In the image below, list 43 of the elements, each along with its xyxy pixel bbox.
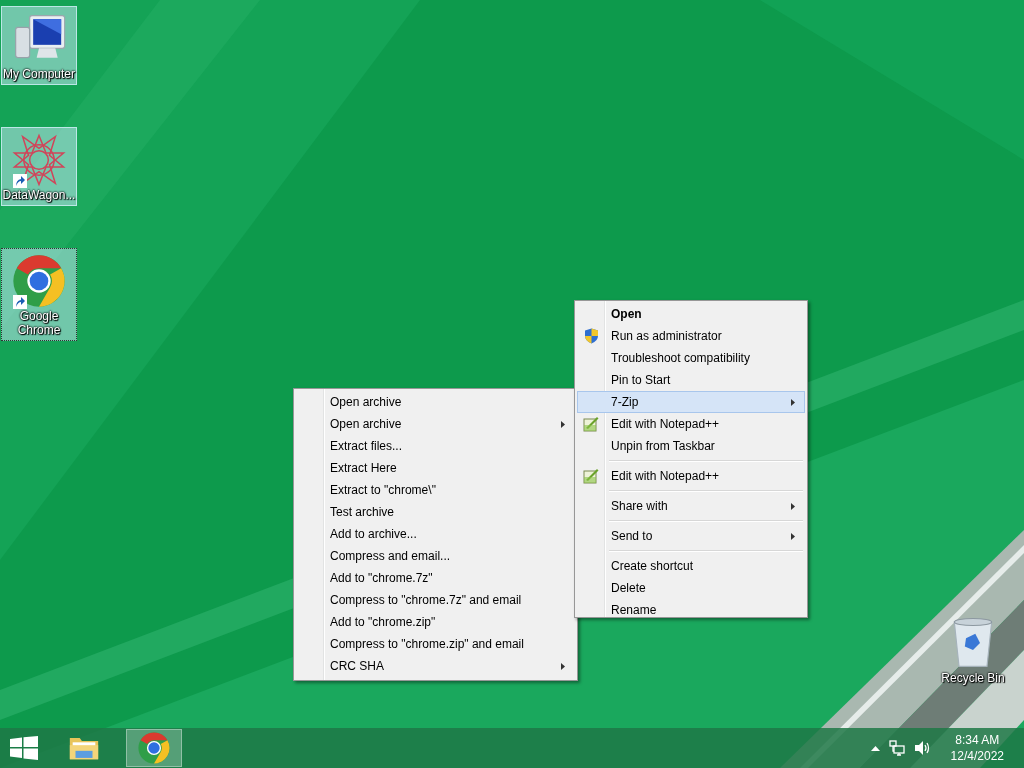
chrome-icon (137, 731, 171, 765)
menu-item[interactable]: Extract files... (296, 435, 575, 457)
menu-item[interactable]: Delete (577, 577, 805, 599)
menu-item[interactable]: Compress to "chrome.7z" and email (296, 589, 575, 611)
menu-item[interactable]: Edit with Notepad++ (577, 465, 805, 487)
menu-item[interactable]: Test archive (296, 501, 575, 523)
star-icon (11, 132, 67, 188)
menu-item[interactable]: Open (577, 303, 805, 325)
menu-item[interactable]: Troubleshoot compatibility (577, 347, 805, 369)
menu-item[interactable]: CRC SHA (296, 655, 575, 677)
notepad-icon (583, 468, 599, 484)
icon-label: Google Chrome (16, 309, 62, 337)
menu-item[interactable]: Extract to "chrome\" (296, 479, 575, 501)
menu-item[interactable]: Share with (577, 495, 805, 517)
menu-item[interactable]: Rename (577, 599, 805, 621)
icon-label: My Computer (2, 67, 76, 81)
show-hidden-icons-icon[interactable] (870, 745, 880, 751)
menu-item[interactable]: Unpin from Taskbar (577, 435, 805, 457)
menu-item[interactable]: Compress and email... (296, 545, 575, 567)
menu-item[interactable]: Open archive (296, 413, 575, 435)
chrome-icon (11, 253, 67, 309)
menu-item[interactable]: Compress to "chrome.zip" and email (296, 633, 575, 655)
menu-item[interactable]: Pin to Start (577, 369, 805, 391)
clock[interactable]: 8:34 AM 12/4/2022 (950, 732, 1004, 764)
clock-time: 8:34 AM (955, 732, 1000, 748)
notepad-icon (583, 416, 599, 432)
speaker-icon[interactable] (913, 740, 932, 756)
shield-icon (583, 328, 599, 344)
taskbar-button[interactable] (126, 729, 182, 767)
menu-item[interactable]: Add to archive... (296, 523, 575, 545)
menu-item[interactable]: Open archive (296, 391, 575, 413)
menu-item[interactable]: Add to "chrome.zip" (296, 611, 575, 633)
menu-item[interactable]: Create shortcut (577, 555, 805, 577)
network-icon[interactable] (888, 740, 905, 756)
icon-label: DataWagon... (2, 188, 76, 202)
menu-item[interactable]: Add to "chrome.7z" (296, 567, 575, 589)
menu-item[interactable]: Edit with Notepad++ (577, 413, 805, 435)
menu-item[interactable]: 7-Zip (577, 391, 805, 413)
menu-item[interactable]: Send to (577, 525, 805, 547)
clock-date: 12/4/2022 (950, 748, 1004, 764)
windows-logo-icon (10, 736, 38, 760)
menu-item[interactable]: Extract Here (296, 457, 575, 479)
menu-item[interactable]: Run as administrator (577, 325, 805, 347)
